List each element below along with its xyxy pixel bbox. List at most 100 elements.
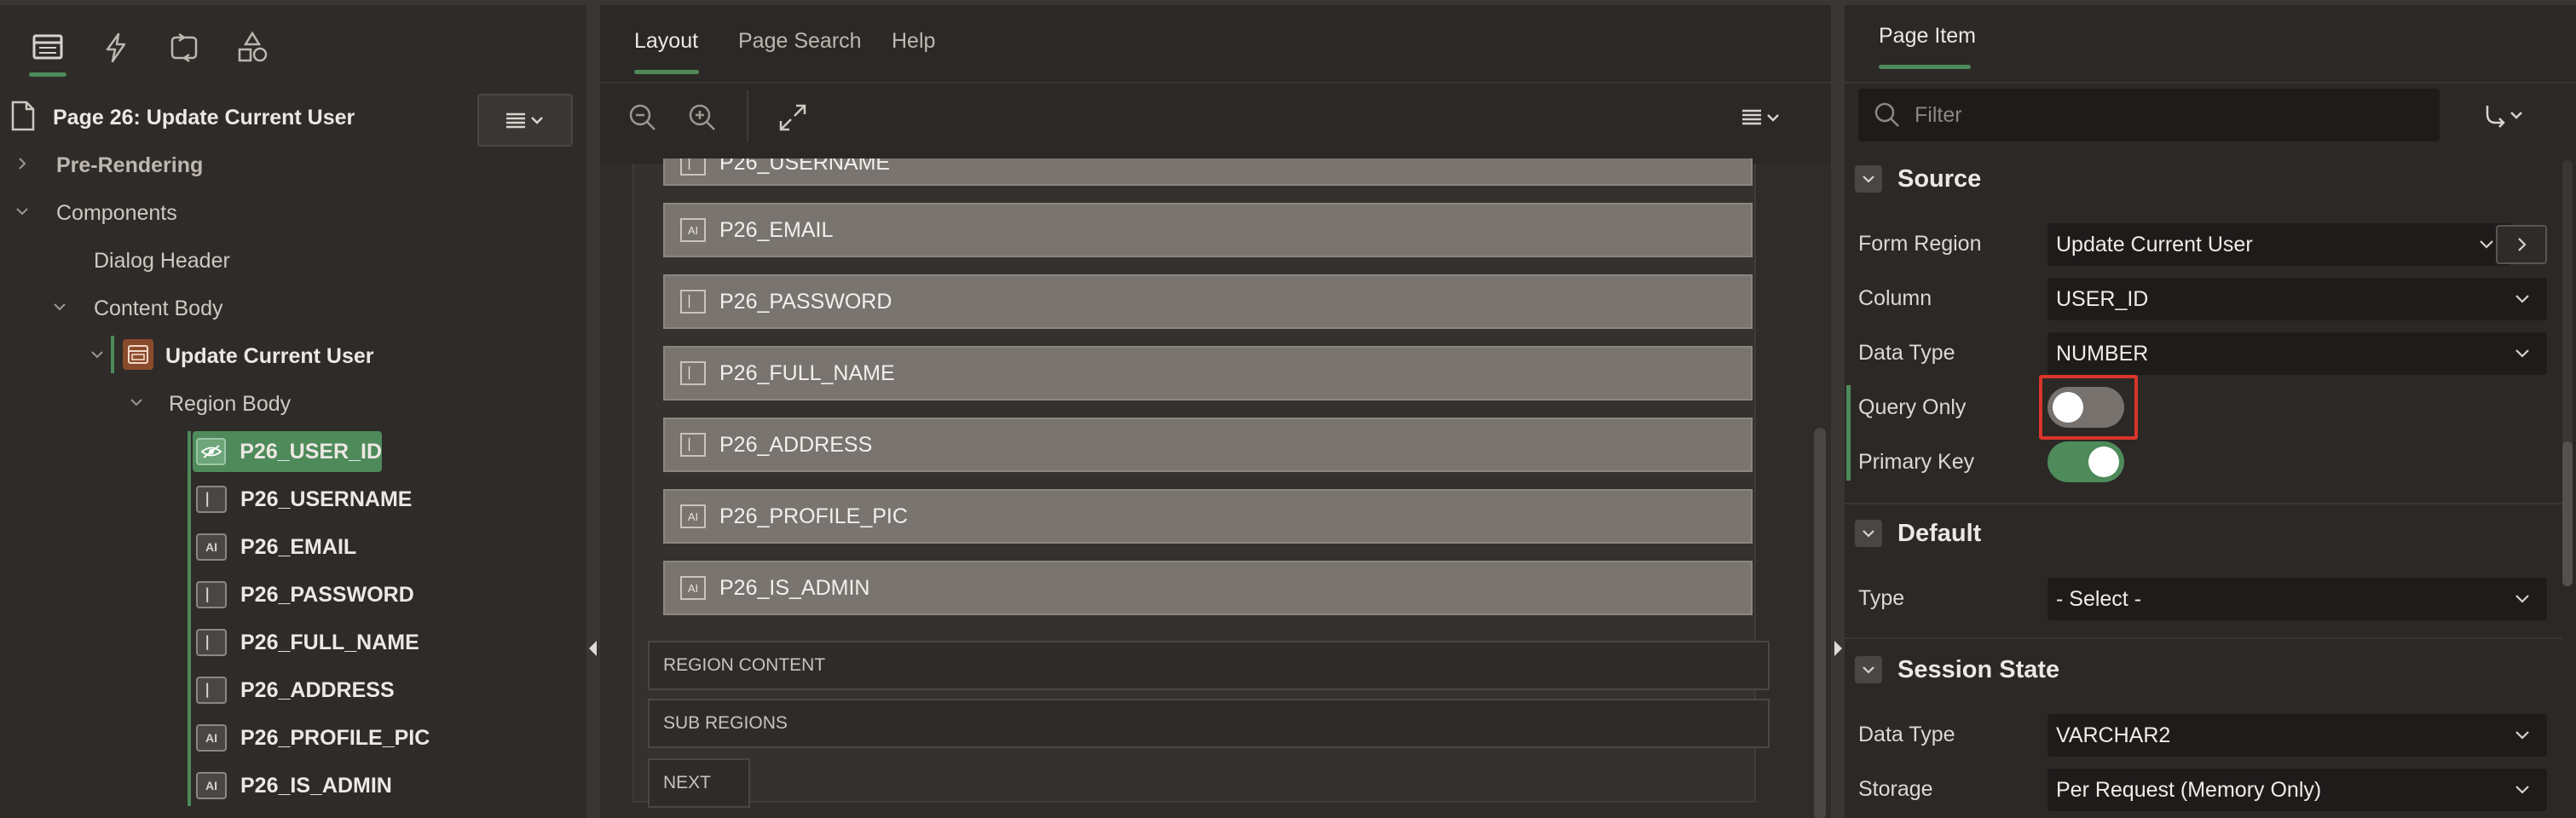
form-region-label: Form Region <box>1858 231 1982 256</box>
text-field-icon: ▏ <box>680 290 706 314</box>
tree-node-content-body[interactable]: Content Body <box>94 288 223 329</box>
chevron-down-icon <box>2513 781 2532 799</box>
tree-menu-button[interactable] <box>477 94 573 147</box>
layout-item-row[interactable]: AI P26_PROFILE_PIC <box>663 489 1753 544</box>
search-icon <box>1872 100 1903 130</box>
default-type-select[interactable]: - Select - <box>2048 578 2547 620</box>
primary-key-toggle[interactable] <box>2048 441 2124 482</box>
tree-item[interactable]: AI P26_PROFILE_PIC <box>196 717 430 758</box>
tree-item[interactable]: ▏ P26_PASSWORD <box>196 574 414 615</box>
tree-item-label: P26_ADDRESS <box>240 677 395 702</box>
tree-item[interactable]: ▏ P26_FULL_NAME <box>196 622 419 663</box>
go-to-region-button[interactable] <box>2496 225 2547 264</box>
tree-item[interactable]: AI P26_EMAIL <box>196 527 356 567</box>
tree-item[interactable]: P26_USER_ID <box>193 431 382 472</box>
go-to-group-icon[interactable] <box>2481 101 2528 131</box>
layout-item-row[interactable]: ▏ P26_PASSWORD <box>663 274 1753 329</box>
chevron-down-icon <box>1855 520 1882 547</box>
zoom-out-icon[interactable] <box>626 101 660 135</box>
text-field-icon: ▏ <box>680 433 706 457</box>
tree-node-dialog-header[interactable]: Dialog Header <box>94 240 230 281</box>
canvas-scrollbar[interactable] <box>1814 428 1826 818</box>
rendering-tab-icon[interactable] <box>29 29 66 77</box>
query-only-label: Query Only <box>1858 395 1967 419</box>
storage-select[interactable]: Per Request (Memory Only) <box>2048 769 2547 811</box>
zoom-in-icon[interactable] <box>685 101 719 135</box>
tree-node-region[interactable]: Update Current User <box>165 336 374 377</box>
chevron-down-icon[interactable] <box>89 346 106 363</box>
left-panel: Page 26: Update Current User Pre-Renderi… <box>0 0 586 818</box>
form-region-select[interactable]: Update Current User <box>2048 223 2511 266</box>
tree-node-region-body[interactable]: Region Body <box>169 383 291 424</box>
tab-divider <box>1845 82 2576 84</box>
text-field-icon: ▏ <box>196 629 227 656</box>
text-field-icon: ▏ <box>680 361 706 385</box>
storage-label: Storage <box>1858 776 1933 801</box>
page-icon <box>10 101 36 131</box>
collapse-right-icon[interactable] <box>1834 641 1842 656</box>
column-value: USER_ID <box>2056 286 2149 311</box>
layout-item-label: P26_FULL_NAME <box>719 360 895 385</box>
layout-item-label: P26_PASSWORD <box>719 289 892 314</box>
chevron-down-icon[interactable] <box>51 298 68 315</box>
tab-help[interactable]: Help <box>892 29 935 54</box>
tab-page-search[interactable]: Page Search <box>738 29 862 54</box>
chevron-down-icon[interactable] <box>128 394 145 411</box>
eye-hidden-icon <box>196 438 227 465</box>
property-scroll-thumb[interactable] <box>2562 441 2573 586</box>
tree-item[interactable]: ▏ P26_USERNAME <box>196 479 412 520</box>
right-splitter[interactable] <box>1831 0 1845 818</box>
chevron-right-icon[interactable] <box>14 155 31 172</box>
layout-menu-icon[interactable] <box>1737 102 1788 133</box>
filter-placeholder: Filter <box>1915 102 1962 127</box>
property-scroll-track[interactable] <box>2562 160 2573 586</box>
tree-item[interactable]: ▏ P26_ADDRESS <box>196 670 395 711</box>
sub-regions-slot[interactable]: SUB REGIONS <box>648 699 1770 748</box>
tree-node-pre-rendering[interactable]: Pre-Rendering <box>56 145 203 186</box>
textarea-icon: AI <box>680 576 706 600</box>
column-select[interactable]: USER_ID <box>2048 278 2547 320</box>
chevron-down-icon <box>2477 235 2496 254</box>
layout-item-label: P26_IS_ADMIN <box>719 575 870 600</box>
dynamic-actions-tab-icon[interactable] <box>97 29 135 66</box>
ss-data-type-label: Data Type <box>1858 722 1955 746</box>
data-type-label: Data Type <box>1858 340 1955 365</box>
tree-item-label: P26_USER_ID <box>240 439 382 464</box>
region-content-slot[interactable]: REGION CONTENT <box>648 641 1770 690</box>
next-slot[interactable]: NEXT <box>648 758 750 808</box>
form-region-value: Update Current User <box>2056 232 2253 256</box>
active-tab-indicator <box>1879 65 1971 69</box>
layout-item-row[interactable]: AI P26_EMAIL <box>663 203 1753 257</box>
section-source[interactable]: Source <box>1855 160 1981 198</box>
left-splitter[interactable] <box>586 0 600 818</box>
layout-item-row[interactable]: ▏ P26_FULL_NAME <box>663 346 1753 400</box>
textarea-icon: AI <box>196 724 227 752</box>
tree-item-label: P26_USERNAME <box>240 487 413 511</box>
tab-layout[interactable]: Layout <box>634 29 698 54</box>
section-session-state[interactable]: Session State <box>1855 651 2059 688</box>
textarea-icon: AI <box>680 218 706 242</box>
ss-data-type-select[interactable]: VARCHAR2 <box>2048 714 2547 757</box>
tree-item[interactable]: AI P26_IS_ADMIN <box>196 765 392 806</box>
query-only-toggle[interactable] <box>2048 387 2124 428</box>
tree-node-components[interactable]: Components <box>56 193 177 233</box>
processing-tab-icon[interactable] <box>165 29 203 66</box>
tab-page-item[interactable]: Page Item <box>1879 24 1976 49</box>
shared-components-tab-icon[interactable] <box>234 29 271 66</box>
expand-icon[interactable] <box>776 101 810 135</box>
primary-key-label: Primary Key <box>1858 449 1975 474</box>
collapse-left-icon[interactable] <box>589 641 597 656</box>
storage-value: Per Request (Memory Only) <box>2056 777 2322 802</box>
toggle-knob <box>2053 392 2083 423</box>
section-default[interactable]: Default <box>1855 515 1981 552</box>
layout-item-row[interactable]: AI P26_IS_ADMIN <box>663 561 1753 615</box>
data-type-select[interactable]: NUMBER <box>2048 332 2547 375</box>
section-title: Default <box>1897 519 1982 547</box>
filter-input[interactable]: Filter <box>1858 89 2440 141</box>
data-type-value: NUMBER <box>2056 341 2149 366</box>
chevron-down-icon[interactable] <box>14 203 31 220</box>
layout-item-row[interactable]: ▏ P26_ADDRESS <box>663 418 1753 472</box>
chevron-down-icon <box>2513 726 2532 745</box>
chevron-down-icon <box>1855 656 1882 683</box>
items-indent-marker <box>188 431 191 806</box>
